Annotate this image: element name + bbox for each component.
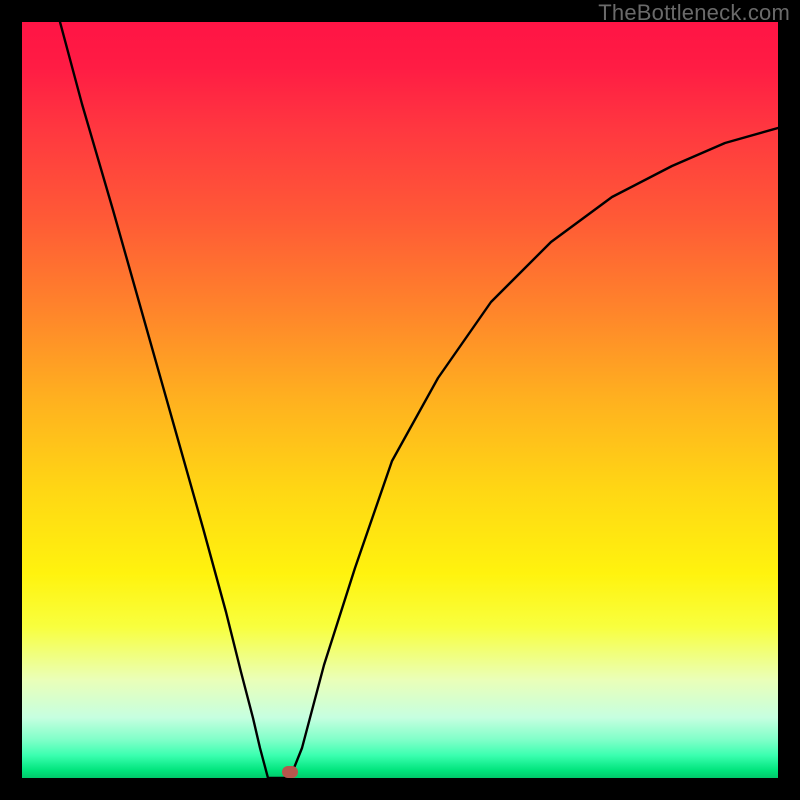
chart-svg [22,22,778,778]
chart-frame: TheBottleneck.com [0,0,800,800]
watermark-text: TheBottleneck.com [598,0,790,26]
bottleneck-curve [60,22,778,778]
chart-plot-area [22,22,778,778]
optimum-marker [282,766,298,778]
